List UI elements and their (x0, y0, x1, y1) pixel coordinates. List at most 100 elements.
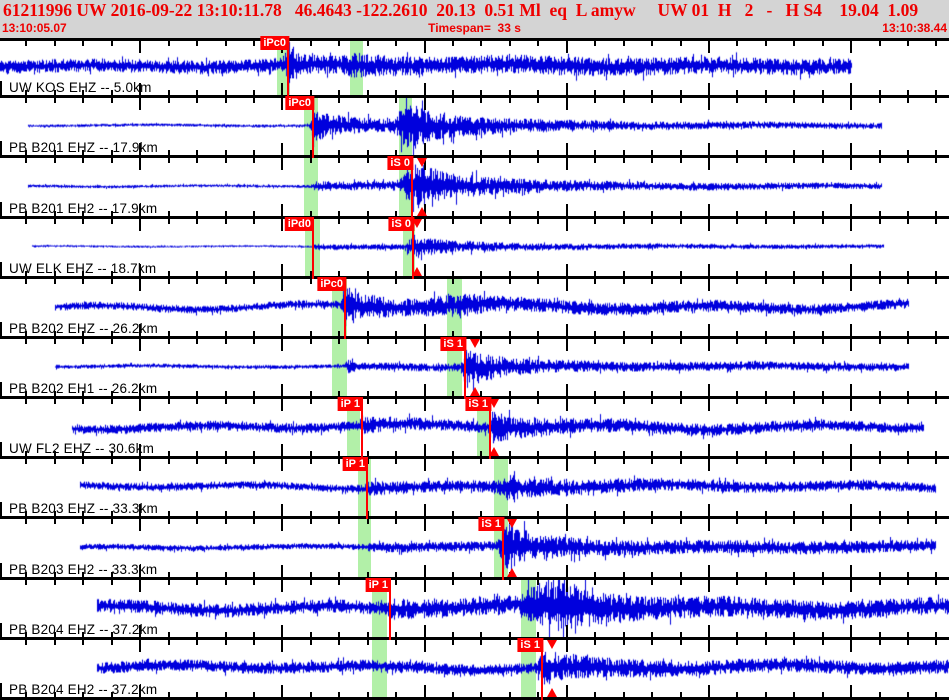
trace-row[interactable]: PB B202 EHZ -- 26.2km iPc0 (0, 276, 949, 351)
time-tick (53, 38, 56, 46)
amplitude-marker-up-icon[interactable] (507, 567, 517, 577)
time-tick (793, 391, 796, 405)
time-tick (167, 150, 170, 164)
time-tick (281, 564, 284, 592)
trace-row[interactable]: PB B201 EH2 -- 17.9km iS 0 (0, 156, 949, 231)
pick-flag[interactable]: iPc0 (317, 276, 346, 291)
time-tick (594, 391, 597, 405)
pick-flag[interactable]: iPd0 (284, 216, 314, 231)
time-tick (167, 38, 170, 46)
pick-flag[interactable]: iP 1 (342, 457, 368, 472)
amplitude-marker-down-icon[interactable] (417, 158, 427, 168)
time-tick (508, 270, 511, 284)
trace-row[interactable]: UW FL2 EHZ -- 30.6km iP 1 iS 1 (0, 397, 949, 472)
time-tick (935, 90, 938, 104)
pick-flag[interactable]: iS 1 (478, 517, 504, 532)
time-tick (821, 451, 824, 465)
time-tick (452, 90, 455, 104)
station-label: PB B203 EH2 -- 33.3km (9, 561, 158, 577)
time-tick (338, 210, 341, 224)
time-tick (281, 684, 284, 700)
time-tick (907, 210, 910, 224)
time-tick (452, 451, 455, 465)
trace-row[interactable]: PB B203 EHZ -- 33.3km iP 1 (0, 457, 949, 532)
time-tick (537, 38, 540, 46)
amplitude-marker-down-icon[interactable] (507, 519, 517, 529)
event-header: 61211996 UW 2016-09-22 13:10:11.78 46.46… (0, 0, 949, 38)
time-tick (736, 511, 739, 525)
time-tick (565, 624, 568, 652)
trace-panel[interactable]: UW KOS EHZ -- 5.0km iPc0 PB B201 EHZ -- 17… (0, 36, 949, 700)
pick-flag[interactable]: iS 0 (387, 156, 413, 171)
time-tick (594, 511, 597, 525)
pick-flag[interactable]: iP 1 (365, 577, 391, 592)
pick-flag[interactable]: iS 1 (440, 336, 466, 351)
pick-flag[interactable]: iPc0 (260, 36, 289, 50)
station-label: PB B201 EH2 -- 17.9km (9, 200, 158, 216)
trace-row[interactable]: UW ELK EHZ -- 18.7km iPd0 iS 0 (0, 216, 949, 291)
time-tick (907, 571, 910, 585)
time-tick (366, 38, 369, 46)
pick-flag[interactable]: iPc0 (285, 96, 314, 111)
time-tick (423, 384, 426, 412)
pick-flag[interactable]: iS 0 (388, 216, 414, 231)
time-tick (850, 384, 853, 412)
time-tick (878, 391, 881, 405)
time-tick (622, 391, 625, 405)
amplitude-marker-down-icon[interactable] (470, 338, 480, 348)
time-tick (423, 444, 426, 472)
time-tick (423, 624, 426, 652)
window-end-time: 13:10:38.44 (882, 21, 947, 35)
time-tick (338, 571, 341, 585)
time-tick (452, 631, 455, 645)
trace-row[interactable]: PB B201 EHZ -- 17.9km iPc0 (0, 96, 949, 171)
time-tick (793, 150, 796, 164)
time-tick (309, 451, 312, 465)
amplitude-marker-up-icon[interactable] (489, 447, 499, 457)
time-tick (622, 691, 625, 700)
time-tick (907, 270, 910, 284)
time-tick (395, 270, 398, 284)
row-separator (0, 516, 949, 520)
time-tick (736, 210, 739, 224)
time-tick (821, 90, 824, 104)
trace-row[interactable]: PB B203 EH2 -- 33.3km iS 1 (0, 517, 949, 592)
amplitude-marker-down-icon[interactable] (547, 639, 557, 649)
time-tick (821, 511, 824, 525)
time-tick (793, 451, 796, 465)
amplitude-marker-up-icon[interactable] (412, 266, 422, 276)
trace-row[interactable]: PB B204 EHZ -- 37.2km iP 1 (0, 577, 949, 652)
time-tick (480, 631, 483, 645)
amplitude-marker-up-icon[interactable] (547, 687, 557, 697)
time-tick (707, 684, 710, 700)
top-separator (0, 38, 949, 53)
amplitude-marker-up-icon[interactable] (470, 387, 480, 397)
time-tick (736, 451, 739, 465)
pick-flag[interactable]: iP 1 (337, 397, 363, 412)
amplitude-marker-up-icon[interactable] (417, 206, 427, 216)
left-edge-tick (0, 562, 2, 580)
pick-flag[interactable]: iS 1 (465, 397, 491, 412)
time-tick (565, 323, 568, 351)
pick-flag[interactable]: iS 1 (517, 637, 543, 652)
time-tick (537, 210, 540, 224)
trace-row[interactable]: PB B204 EH2 -- 37.2km iS 1 (0, 637, 949, 700)
time-tick (480, 90, 483, 104)
trace-row[interactable]: PB B202 EH1 -- 26.2km iS 1 (0, 336, 949, 412)
time-tick (423, 263, 426, 291)
time-tick (196, 90, 199, 104)
trace-row[interactable]: UW KOS EHZ -- 5.0km iPc0 (0, 36, 949, 111)
time-tick (707, 564, 710, 592)
time-tick (252, 38, 255, 46)
time-tick (622, 330, 625, 344)
time-tick (196, 150, 199, 164)
time-tick (423, 564, 426, 592)
time-tick (480, 330, 483, 344)
time-tick (850, 143, 853, 171)
time-tick (452, 391, 455, 405)
time-tick (224, 451, 227, 465)
time-tick (480, 270, 483, 284)
time-tick (167, 511, 170, 525)
time-tick (480, 38, 483, 46)
time-tick (452, 691, 455, 700)
